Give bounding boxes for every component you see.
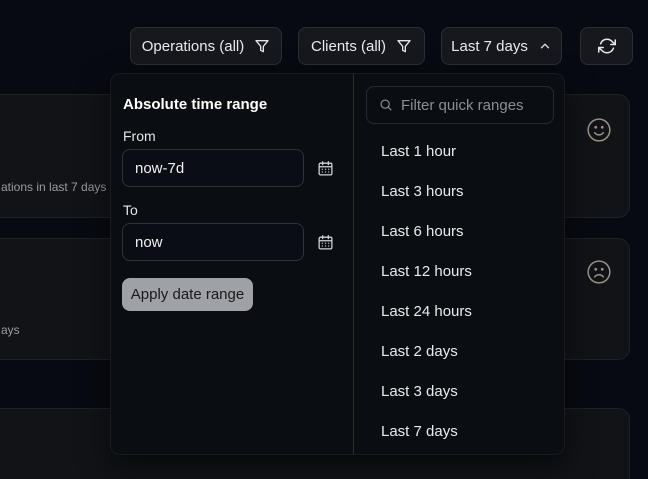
frown-face-icon — [586, 259, 612, 285]
refresh-icon — [598, 37, 616, 55]
quick-range-option[interactable]: Last 12 hours — [354, 251, 563, 291]
time-picker-panel: Absolute time range From To — [110, 73, 565, 455]
from-label: From — [123, 128, 156, 144]
quick-range-option[interactable]: Last 2 days — [354, 331, 563, 371]
filter-icon — [396, 38, 412, 54]
absolute-time-range-title: Absolute time range — [123, 96, 267, 113]
operations-filter-label: Operations (all) — [142, 38, 245, 55]
quick-range-option[interactable]: Last 1 hour — [354, 131, 563, 171]
quick-range-filter-input[interactable] — [401, 97, 541, 114]
search-icon — [379, 98, 393, 112]
quick-range-option[interactable]: Last 24 hours — [354, 291, 563, 331]
calendar-icon[interactable] — [317, 160, 334, 177]
to-label: To — [123, 202, 138, 218]
from-input[interactable] — [122, 149, 304, 187]
time-range-button[interactable]: Last 7 days — [441, 27, 562, 65]
clients-filter-label: Clients (all) — [311, 38, 386, 55]
quick-range-option[interactable]: Last 3 days — [354, 371, 563, 411]
card-caption-fragment: ays — [1, 323, 20, 337]
refresh-button[interactable] — [580, 27, 633, 65]
app-window: ations in last 7 days ays Operations (al… — [0, 0, 648, 479]
apply-date-range-button[interactable]: Apply date range — [122, 278, 253, 311]
quick-range-option[interactable]: Last 7 days — [354, 411, 563, 451]
card-caption-fragment: ations in last 7 days — [1, 180, 106, 194]
clients-filter-button[interactable]: Clients (all) — [298, 27, 425, 65]
calendar-icon[interactable] — [317, 234, 334, 251]
filter-icon — [254, 38, 270, 54]
smiley-face-icon — [586, 117, 612, 143]
time-range-label: Last 7 days — [451, 38, 528, 55]
quick-range-option[interactable]: Last 3 hours — [354, 171, 563, 211]
operations-filter-button[interactable]: Operations (all) — [130, 27, 282, 65]
quick-range-search-box[interactable] — [366, 86, 554, 124]
quick-range-option[interactable]: Last 6 hours — [354, 211, 563, 251]
to-input[interactable] — [122, 223, 304, 261]
quick-range-list: Last 1 hour Last 3 hours Last 6 hours La… — [354, 131, 563, 451]
chevron-up-icon — [538, 39, 552, 53]
